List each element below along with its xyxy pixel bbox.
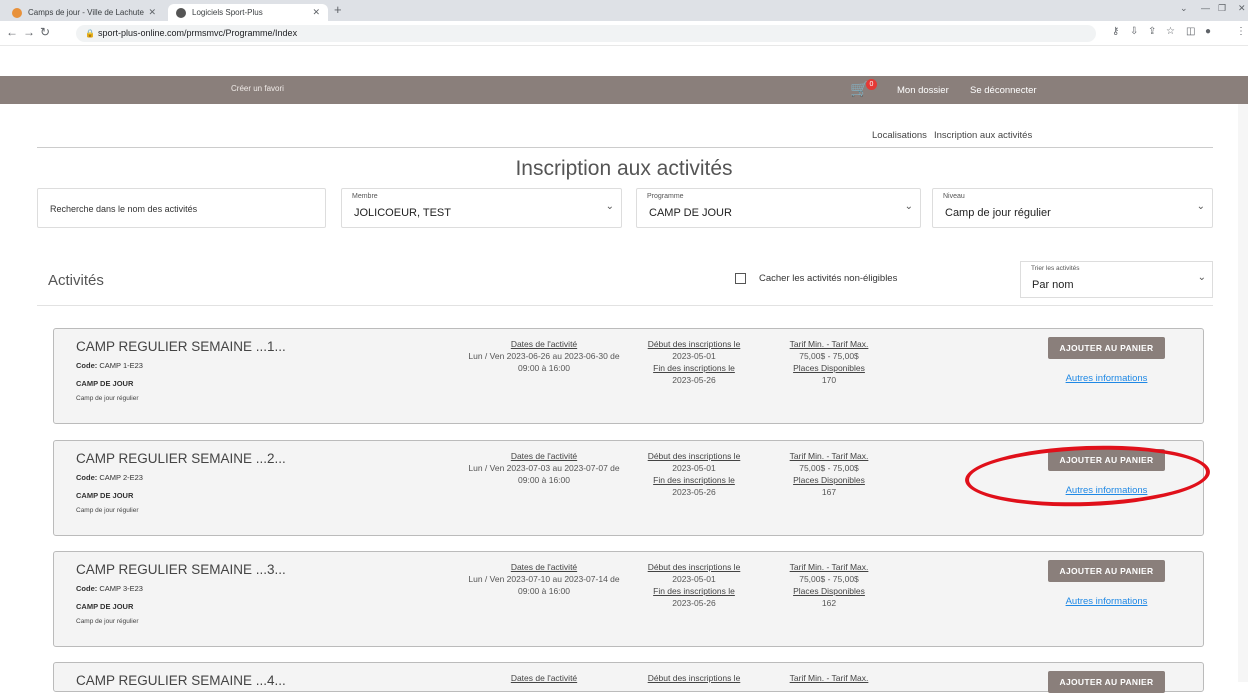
divider [37,147,1213,148]
registration-link[interactable]: Inscription aux activités [934,130,1032,141]
program-select[interactable]: Programme CAMP DE JOUR ⌄ [636,188,921,228]
more-info-link[interactable]: Autres informations [1048,373,1165,384]
my-account-link[interactable]: Mon dossier [897,85,949,96]
address-bar-row: ← → ↻ 🔒 sport-plus-online.com/prmsmvc/Pr… [0,21,1248,46]
activity-program: CAMP DE JOUR [76,491,134,500]
share-icon[interactable]: ⇪ [1148,26,1156,37]
create-favorite-link[interactable]: Créer un favori [231,84,284,93]
pricing-info: Tarif Min. - Tarif Max. 75,00$ - 75,00$ Pl… [789,451,869,497]
activity-card: CAMP REGULIER SEMAINE ...3... Code: CAMP… [53,551,1204,647]
divider [37,305,1213,306]
activity-program: CAMP DE JOUR [76,379,134,388]
activity-program: CAMP DE JOUR [76,602,134,611]
program-label: Programme [647,193,684,200]
program-value: CAMP DE JOUR [649,207,732,219]
registration-dates: Début des inscriptions le 2023-05-01 Fin d… [647,339,741,385]
registration-dates: Début des inscriptions le 2023-05-01 Fin d… [647,451,741,497]
scrollbar[interactable] [1238,104,1248,682]
profile-icon[interactable]: ● [1205,26,1211,37]
side-panel-icon[interactable]: ◫ [1186,26,1195,37]
chevron-down-icon: ⌄ [1196,201,1205,212]
favicon-icon [12,8,22,18]
add-to-cart-button[interactable]: AJOUTER AU PANIER [1048,449,1165,471]
activity-level: Camp de jour régulier [76,618,139,625]
add-to-cart-button[interactable]: AJOUTER AU PANIER [1048,337,1165,359]
registration-dates: Début des inscriptions le [647,673,741,683]
activity-name: CAMP REGULIER SEMAINE ...3... [76,562,286,577]
maximize-icon[interactable]: ❐ [1218,3,1226,14]
activity-card: CAMP REGULIER SEMAINE ...2... Code: CAMP… [53,440,1204,536]
tab-title: Logiciels Sport-Plus [192,8,263,17]
level-label: Niveau [943,193,965,200]
activities-heading: Activités [48,272,104,289]
close-tab-icon[interactable]: ✕ [312,4,320,21]
site-top-nav: Créer un favori 🛒 0 Mon dossier Se décon… [0,76,1248,104]
back-icon[interactable]: ← [6,25,18,39]
pricing-info: Tarif Min. - Tarif Max. 75,00$ - 75,00$ Pl… [789,562,869,608]
hide-ineligible-label[interactable]: Cacher les activités non-éligibles [759,273,897,284]
member-value: JOLICOEUR, TEST [354,207,451,219]
pricing-info: Tarif Min. - Tarif Max. 75,00$ - 75,00$ Pl… [789,339,869,385]
more-info-link[interactable]: Autres informations [1048,596,1165,607]
level-value: Camp de jour régulier [945,207,1051,219]
sort-label: Trier les activités [1031,265,1080,272]
activity-name: CAMP REGULIER SEMAINE ...2... [76,451,286,466]
browser-tab-sportplus[interactable]: Logiciels Sport-Plus ✕ [168,4,328,21]
browser-tab-lachute[interactable]: Camps de jour - Ville de Lachute ✕ [4,4,164,21]
close-tab-icon[interactable]: ✕ [148,4,156,21]
browser-tab-bar: Camps de jour - Ville de Lachute ✕ Logic… [0,0,1248,21]
activity-level: Camp de jour régulier [76,395,139,402]
tab-search-icon[interactable]: ⌄ [1180,3,1188,14]
install-icon[interactable]: ⇩ [1130,26,1138,37]
activity-dates: Dates de l'activité [510,673,578,683]
add-to-cart-button[interactable]: AJOUTER AU PANIER [1048,671,1165,693]
registration-dates: Début des inscriptions le 2023-05-01 Fin d… [647,562,741,608]
sort-value: Par nom [1032,279,1074,291]
chevron-down-icon: ⌄ [904,201,913,212]
cart-count-badge: 0 [866,79,877,90]
tab-title: Camps de jour - Ville de Lachute [28,8,144,17]
chevron-down-icon: ⌄ [1197,272,1206,283]
close-window-icon[interactable]: ✕ [1238,3,1246,14]
sort-select[interactable]: Trier les activités Par nom ⌄ [1020,261,1213,298]
logout-link[interactable]: Se déconnecter [970,85,1037,96]
level-select[interactable]: Niveau Camp de jour régulier ⌄ [932,188,1213,228]
activity-name: CAMP REGULIER SEMAINE ...4... [76,673,286,688]
activity-name: CAMP REGULIER SEMAINE ...1... [76,339,286,354]
activity-card: CAMP REGULIER SEMAINE ...1... Code: CAMP… [53,328,1204,424]
bookmark-star-icon[interactable]: ☆ [1166,26,1175,37]
activity-dates: Dates de l'activité Lun / Ven 2023-07-10 … [468,562,620,596]
activity-level: Camp de jour régulier [76,507,139,514]
activity-dates: Dates de l'activité Lun / Ven 2023-07-03 … [468,451,620,485]
menu-icon[interactable]: ⋮ [1236,26,1246,37]
hide-ineligible-checkbox[interactable] [735,273,746,284]
forward-icon[interactable]: → [23,25,35,39]
activity-card: CAMP REGULIER SEMAINE ...4... Dates de l… [53,662,1204,693]
url-field[interactable]: 🔒 sport-plus-online.com/prmsmvc/Programm… [76,25,1096,42]
reload-icon[interactable]: ↻ [40,25,50,39]
pricing-info: Tarif Min. - Tarif Max. [789,673,869,683]
member-select[interactable]: Membre JOLICOEUR, TEST ⌄ [341,188,622,228]
chevron-down-icon: ⌄ [605,201,614,212]
search-input[interactable]: Recherche dans le nom des activités [37,188,326,228]
member-label: Membre [352,193,378,200]
favicon-icon [176,8,186,18]
new-tab-button[interactable]: + [334,2,342,17]
search-placeholder: Recherche dans le nom des activités [50,204,198,214]
activity-code: Code: CAMP 3-E23 [76,584,143,593]
more-info-link[interactable]: Autres informations [1048,485,1165,496]
key-icon[interactable]: ⚷ [1112,26,1119,37]
add-to-cart-button[interactable]: AJOUTER AU PANIER [1048,560,1165,582]
minimize-icon[interactable]: — [1201,3,1210,13]
activity-dates: Dates de l'activité Lun / Ven 2023-06-26 … [468,339,620,373]
lock-icon: 🔒 [85,29,95,38]
activity-code: Code: CAMP 2-E23 [76,473,143,482]
activity-code: Code: CAMP 1-E23 [76,361,143,370]
locations-link[interactable]: Localisations [872,130,927,141]
url-text: sport-plus-online.com/prmsmvc/Programme/… [98,28,298,38]
page-title: Inscription aux activités [515,157,733,180]
